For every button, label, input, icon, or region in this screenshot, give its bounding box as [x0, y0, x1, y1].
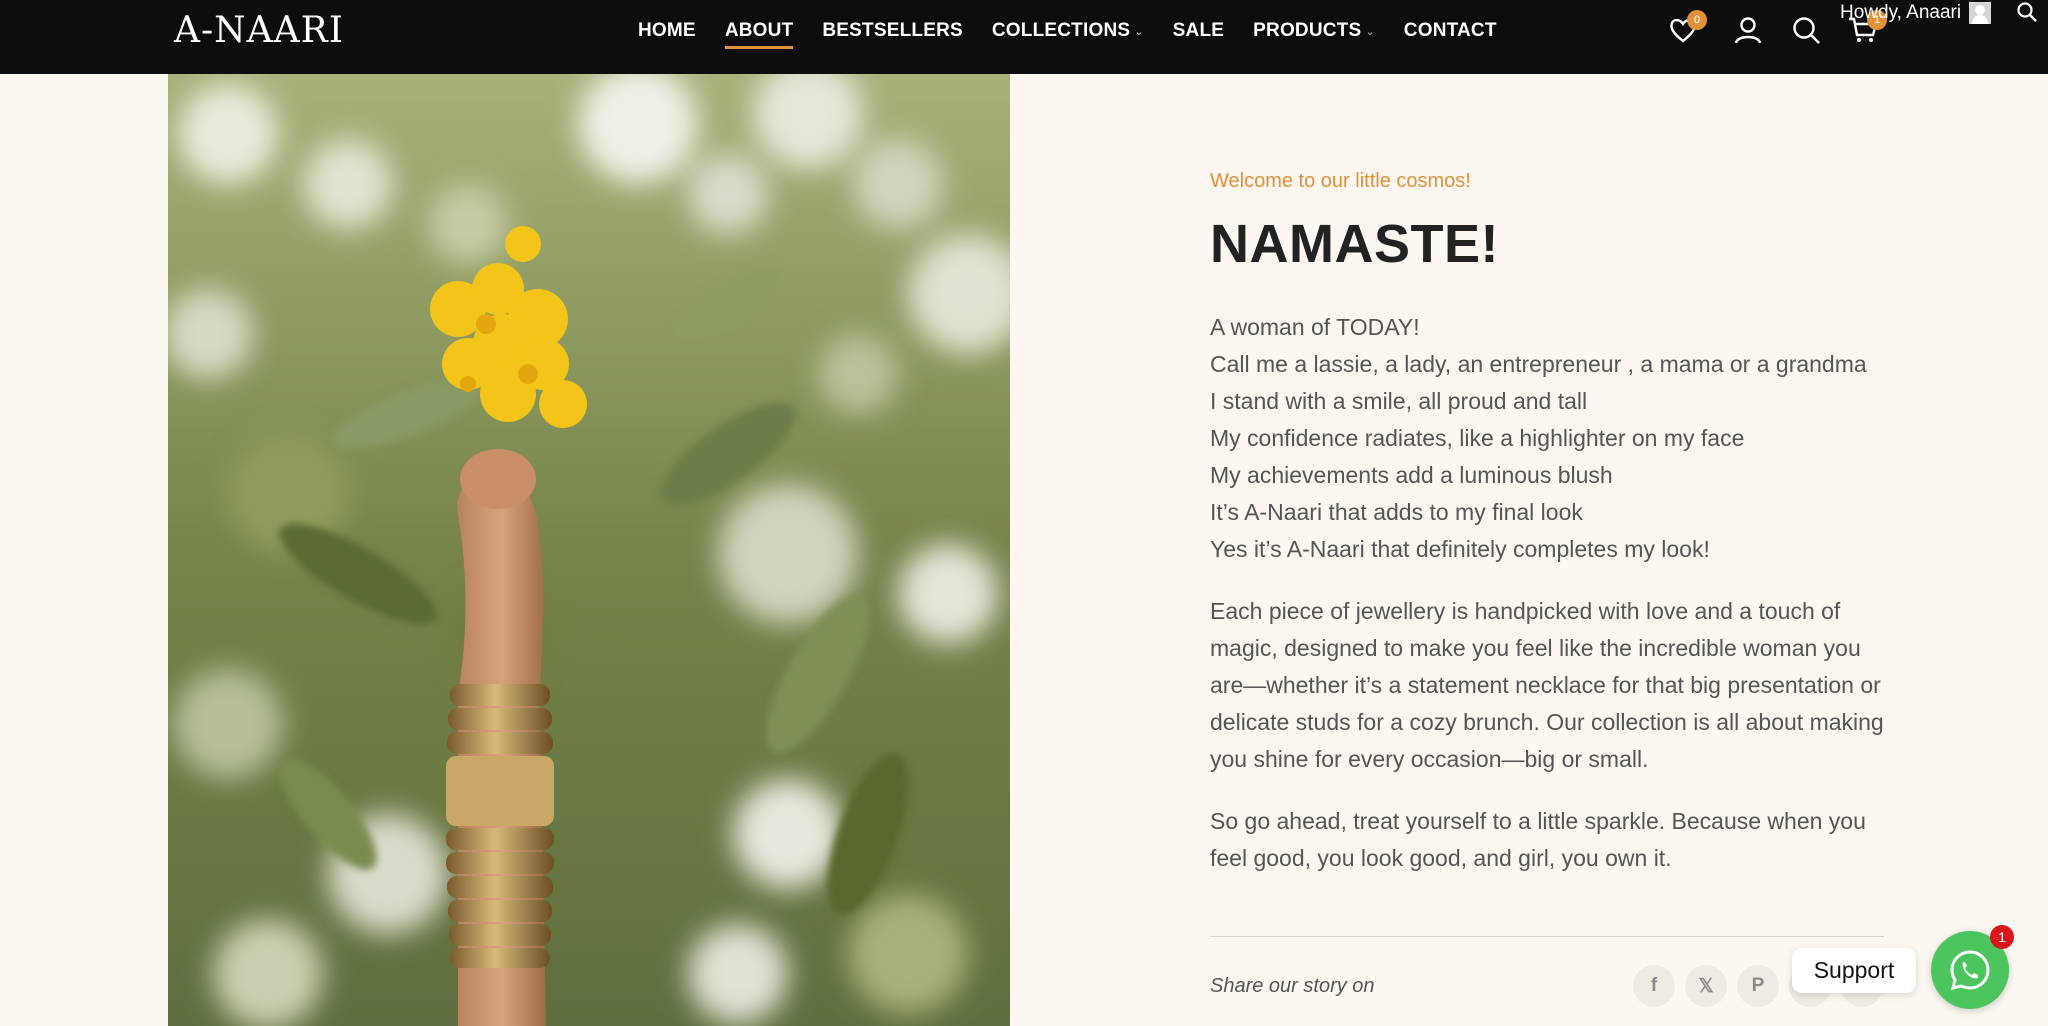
share-divider	[1210, 936, 1884, 937]
poem-line: A woman of TODAY!	[1210, 314, 1420, 340]
poem-line: Yes it’s A-Naari that definitely complet…	[1210, 536, 1710, 562]
poem-line: My confidence radiates, like a highlight…	[1210, 425, 1745, 451]
nav-collections[interactable]: COLLECTIONS ⌄	[992, 20, 1144, 42]
about-hero-image	[168, 74, 1010, 1026]
poem-line: I stand with a smile, all proud and tall	[1210, 388, 1588, 414]
nav-bestsellers[interactable]: BESTSELLERS	[822, 20, 963, 42]
search-button[interactable]	[1790, 14, 1822, 46]
admin-search-icon[interactable]	[2015, 0, 2039, 24]
poem-line: My achievements add a luminous blush	[1210, 462, 1613, 488]
wishlist-button[interactable]: 0	[1667, 10, 1707, 46]
nav-sale-label: SALE	[1172, 20, 1225, 41]
page-title: NAMASTE!	[1210, 214, 1499, 274]
nav-contact-label: CONTACT	[1403, 20, 1497, 41]
nav-home-label: HOME	[638, 20, 696, 41]
poem-line: It’s A-Naari that adds to my final look	[1210, 499, 1583, 525]
nav-bestsellers-label: BESTSELLERS	[822, 20, 963, 41]
nav-collections-label: COLLECTIONS	[991, 20, 1131, 41]
support-notification-badge: 1	[1990, 925, 2014, 949]
nav-about[interactable]: ABOUT	[724, 20, 794, 49]
hand-with-yellow-flowers-photo	[168, 74, 1010, 1026]
nav-contact[interactable]: CONTACT	[1404, 20, 1497, 42]
support-button[interactable]: Support	[1792, 948, 1916, 993]
chevron-down-icon: ⌄	[1365, 25, 1375, 38]
chevron-down-icon: ⌄	[1134, 25, 1144, 38]
share-label: Share our story on	[1210, 975, 1375, 997]
main-nav: HOME ABOUT BESTSELLERS COLLECTIONS ⌄ SALE…	[638, 0, 1497, 62]
avatar	[1969, 2, 1992, 24]
nav-products-label: PRODUCTS	[1253, 20, 1362, 41]
site-logo[interactable]: A-NAARI	[174, 10, 344, 51]
user-icon	[1734, 17, 1762, 44]
site-header: A-NAARI HOME ABOUT BESTSELLERS COLLECTIO…	[0, 0, 2048, 74]
howdy-label: Howdy, Anaari	[1840, 2, 1962, 23]
admin-account-menu[interactable]: Howdy, Anaari	[1840, 2, 1992, 24]
welcome-eyebrow: Welcome to our little cosmos!	[1210, 170, 1471, 192]
nav-home[interactable]: HOME	[638, 20, 696, 42]
pinterest-icon[interactable]: P	[1737, 965, 1779, 1007]
poem: A woman of TODAY! Call me a lassie, a la…	[1210, 309, 1890, 568]
about-paragraph-1: Each piece of jewellery is handpicked wi…	[1210, 598, 1884, 772]
nav-sale[interactable]: SALE	[1173, 20, 1224, 42]
nav-about-label: ABOUT	[724, 20, 794, 41]
nav-products[interactable]: PRODUCTS ⌄	[1253, 20, 1375, 42]
account-button[interactable]	[1732, 14, 1764, 46]
about-content: Welcome to our little cosmos! NAMASTE! A…	[1210, 170, 1890, 877]
search-icon	[1793, 17, 1820, 44]
x-icon[interactable]: 𝕏	[1685, 965, 1727, 1007]
whatsapp-icon	[1950, 950, 1990, 991]
about-paragraph-2: So go ahead, treat yourself to a little …	[1210, 808, 1866, 871]
poem-line: Call me a lassie, a lady, an entrepreneu…	[1210, 351, 1867, 377]
facebook-icon[interactable]: f	[1633, 965, 1675, 1007]
wishlist-count-badge: 0	[1687, 10, 1707, 30]
